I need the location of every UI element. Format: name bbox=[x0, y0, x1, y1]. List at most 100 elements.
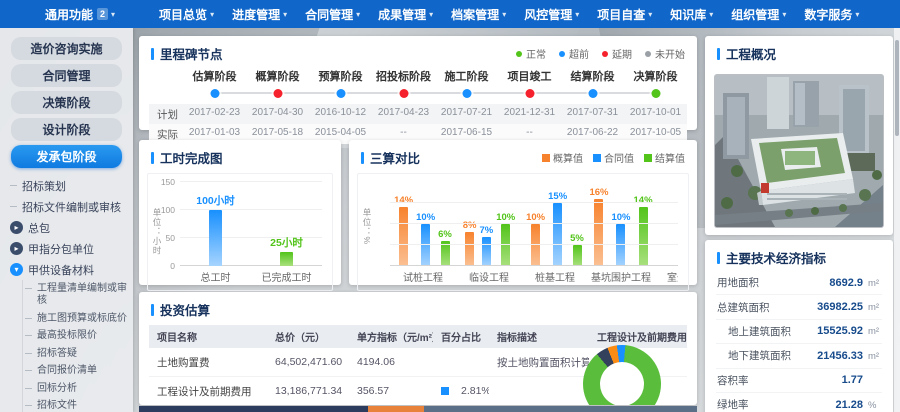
legend-dot-icon bbox=[645, 50, 651, 57]
bar[interactable] bbox=[481, 236, 491, 266]
tree-subnode[interactable]: 最高投标限价 bbox=[23, 328, 133, 346]
sidebar-stage-active[interactable]: 发承包阶段 bbox=[11, 145, 122, 168]
milestone-status-dot[interactable] bbox=[399, 88, 408, 98]
milestone-stage-name: 决算阶段 bbox=[633, 71, 678, 83]
cell-project-name: 工程设计及前期费用 bbox=[157, 385, 252, 398]
tree-dash-icon bbox=[25, 317, 32, 319]
table-header-cell: 指标描述 bbox=[497, 333, 537, 344]
milestone-status-dot[interactable] bbox=[651, 88, 660, 98]
bar-value-label: 10% bbox=[416, 212, 436, 223]
bar[interactable] bbox=[616, 224, 626, 266]
overview-title: 工程概况 bbox=[726, 48, 777, 62]
tree-node[interactable]: 招标策划 bbox=[8, 175, 133, 196]
nav-item-9[interactable]: 知识库 ▾ bbox=[661, 0, 722, 28]
title-accent-bar bbox=[717, 47, 720, 60]
table-header-cell: 百分占比 bbox=[441, 333, 481, 344]
nav-item-10[interactable]: 组织管理 ▾ bbox=[722, 0, 795, 28]
nav-item-label: 知识库 bbox=[670, 7, 707, 22]
sidebar-stage-button[interactable]: 造价咨询实施 bbox=[11, 37, 122, 60]
bar-column: 100小时 bbox=[180, 193, 251, 266]
bar-value-label: 10% bbox=[526, 212, 546, 223]
scrollbar-thumb[interactable] bbox=[895, 40, 899, 136]
bar[interactable] bbox=[553, 203, 563, 266]
tree-subnode[interactable]: 招标答疑 bbox=[23, 345, 133, 363]
nav-items: 通用功能 2 ▾ 项目总览 ▾ 进度管理 ▾ 合同管理 ▾ 成果管理 ▾ 档案管理 ▾ 风控管理 ▾ 项目自查… bbox=[36, 0, 868, 28]
tree-subnode[interactable]: 招标文件 bbox=[23, 398, 133, 412]
axis-gridline bbox=[390, 265, 678, 266]
indicator-label: 绿地率 bbox=[717, 399, 749, 412]
investment-card: 投资估算 项目名称总价（元）单方指标（元/m²）百分占比指标描述工程设计及前期费… bbox=[139, 292, 697, 405]
legend-square-icon bbox=[542, 153, 550, 162]
bar[interactable] bbox=[280, 252, 293, 266]
nav-item-4[interactable]: 合同管理 ▾ bbox=[296, 0, 369, 28]
strip-segment bbox=[367, 406, 424, 412]
tree-dash-icon bbox=[25, 287, 32, 289]
nav-item-7[interactable]: 风控管理 ▾ bbox=[515, 0, 588, 28]
bar-value-label: 6% bbox=[438, 228, 452, 240]
bar-column: 16% bbox=[589, 187, 608, 266]
bar[interactable] bbox=[399, 207, 409, 266]
nav-item-label: 项目总览 bbox=[159, 7, 208, 22]
tree-subnode[interactable]: 回标分析 bbox=[23, 380, 133, 398]
indicators-list: 用地面积 8692.9 m² 总建筑面积 36982.25 m² 地上建筑面积 15525.9… bbox=[705, 271, 893, 412]
chevron-down-icon: ▾ bbox=[709, 9, 714, 19]
expand-icon[interactable]: ▸ bbox=[10, 221, 23, 234]
milestone-stage-name: 预算阶段 bbox=[318, 71, 363, 83]
bar[interactable] bbox=[594, 198, 604, 266]
indicator-value-group: 15525.92 m² bbox=[817, 325, 881, 337]
milestone-status-dot[interactable] bbox=[525, 88, 534, 98]
legend-label: 合同值 bbox=[604, 154, 634, 165]
milestone-dot-cell bbox=[309, 87, 372, 99]
tree-node[interactable]: 招标文件编制或审核 bbox=[8, 196, 133, 217]
milestone-status-dot[interactable] bbox=[462, 88, 471, 98]
bar[interactable] bbox=[465, 232, 475, 266]
vertical-scrollbar[interactable] bbox=[894, 28, 900, 412]
nav-item-5[interactable]: 成果管理 ▾ bbox=[369, 0, 442, 28]
tree-subnode[interactable]: 施工图预算或标底价 bbox=[23, 310, 133, 328]
nav-item-8[interactable]: 项目自查 ▾ bbox=[588, 0, 661, 28]
cell-project-name: 土地购置费 bbox=[157, 356, 210, 369]
bar[interactable] bbox=[638, 207, 648, 266]
milestone-status-dot[interactable] bbox=[336, 88, 345, 98]
bar-value-label: 10% bbox=[611, 212, 631, 223]
tree-node[interactable]: ▾ 甲供设备材料 bbox=[8, 259, 133, 280]
milestone-status-dot[interactable] bbox=[210, 88, 219, 98]
bar-column: 10% bbox=[526, 212, 545, 266]
indicator-unit: % bbox=[868, 399, 877, 411]
nav-item-label: 项目自查 bbox=[597, 7, 646, 22]
comparison-bars: 14%10%6%8%7%10%10%15%5%16%10%14%13% bbox=[390, 182, 678, 266]
x-axis-label: 桩基工程 bbox=[535, 273, 575, 284]
bar[interactable] bbox=[209, 210, 222, 266]
sidebar-stage-button[interactable]: 决策阶段 bbox=[11, 91, 122, 114]
nav-item-label: 组织管理 bbox=[731, 7, 780, 22]
milestone-status-dot[interactable] bbox=[273, 88, 282, 98]
tree-node[interactable]: ▸ 总包 bbox=[8, 217, 133, 238]
bar[interactable] bbox=[421, 224, 431, 266]
nav-item-11[interactable]: 数字服务 ▾ bbox=[795, 0, 868, 28]
milestone-names-row: 估算阶段 概算阶段 预算阶段 招投标阶段 施工阶段 项目竣工 结算阶段 决算阶段 bbox=[149, 67, 687, 87]
nav-item-2[interactable]: 项目总览 ▾ bbox=[150, 0, 223, 28]
cell-percentage: 2.81% bbox=[433, 385, 489, 397]
indicator-label: 用地面积 bbox=[717, 277, 759, 290]
nav-item-6[interactable]: 档案管理 ▾ bbox=[442, 0, 515, 28]
bar[interactable] bbox=[572, 245, 582, 266]
tree-node-label: 招标策划 bbox=[22, 180, 66, 193]
tree-subnode[interactable]: 合同报价清单 bbox=[23, 363, 133, 381]
nav-item-3[interactable]: 进度管理 ▾ bbox=[223, 0, 296, 28]
comparison-x-axis: 试桩工程 临设工程 桩基工程 基坑围护工程 室外工程 bbox=[390, 269, 678, 284]
indicator-row: 总建筑面积 36982.25 m² bbox=[716, 295, 882, 320]
tree-subnode[interactable]: 工程量清单编制或审核 bbox=[23, 280, 133, 310]
nav-item-1[interactable]: 通用功能 2 ▾ bbox=[36, 0, 124, 28]
sidebar-stage-button[interactable]: 设计阶段 bbox=[11, 118, 122, 141]
bar[interactable] bbox=[501, 224, 511, 266]
work-hours-chart: 单位：小时 0 50 100 150 100小时 25小时 总工时 已完成工时 bbox=[147, 173, 333, 291]
milestone-status-dot[interactable] bbox=[588, 88, 597, 98]
tree-node[interactable]: ▸ 甲指分包单位 bbox=[8, 238, 133, 259]
work-hours-plot: 0 50 100 150 100小时 25小时 bbox=[161, 177, 322, 271]
investment-header: 投资估算 bbox=[139, 292, 697, 323]
bar-column: 14% bbox=[394, 195, 413, 266]
collapse-icon[interactable]: ▾ bbox=[10, 263, 23, 276]
bar[interactable] bbox=[531, 224, 541, 266]
sidebar-stage-button[interactable]: 合同管理 bbox=[11, 64, 122, 87]
expand-icon[interactable]: ▸ bbox=[10, 242, 23, 255]
